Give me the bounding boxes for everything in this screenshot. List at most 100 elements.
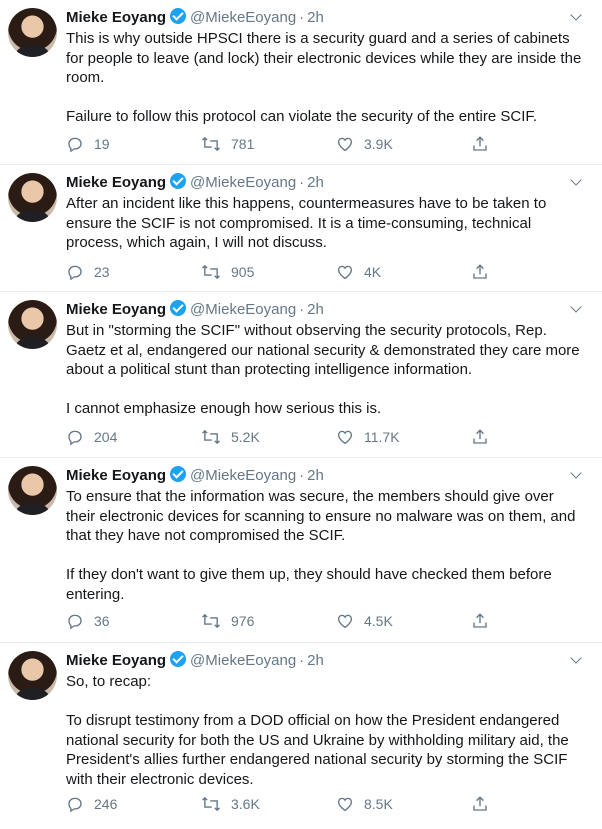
author-handle[interactable]: @MiekeEoyang bbox=[190, 174, 296, 191]
reply-icon bbox=[68, 430, 82, 446]
like-button[interactable]: 4K bbox=[336, 261, 381, 283]
separator-dot: · bbox=[299, 467, 305, 484]
reply-count: 23 bbox=[94, 264, 110, 280]
tweet-paragraph: So, to recap: bbox=[66, 673, 152, 690]
like-count: 3.9K bbox=[364, 136, 393, 152]
reply-button[interactable]: 19 bbox=[66, 133, 110, 155]
verified-badge-icon bbox=[170, 173, 187, 189]
tweet-paragraph: I cannot emphasize enough how serious th… bbox=[66, 400, 382, 417]
tweet-actions: 23 905 4K bbox=[66, 261, 506, 283]
retweet-button[interactable]: 3.6K bbox=[201, 793, 260, 815]
author-name[interactable]: Mieke Eoyang bbox=[66, 467, 166, 484]
tweet-actions: 36 976 4.5K bbox=[66, 610, 506, 632]
retweet-icon bbox=[202, 264, 220, 280]
reply-icon bbox=[68, 137, 82, 153]
tweet-paragraph: But in "storming the SCIF" without obser… bbox=[66, 322, 580, 378]
like-button[interactable]: 4.5K bbox=[336, 610, 393, 632]
author-name[interactable]: Mieke Eoyang bbox=[66, 174, 166, 191]
tweet[interactable]: Mieke Eoyang @MiekeEoyang · 2h To ensure th… bbox=[0, 458, 602, 643]
retweet-count: 976 bbox=[231, 613, 255, 629]
tweet-paragraph: Failure to follow this protocol can viol… bbox=[66, 108, 538, 125]
author-name[interactable]: Mieke Eoyang bbox=[66, 301, 166, 318]
verified-badge-icon bbox=[170, 466, 187, 482]
reply-count: 19 bbox=[94, 136, 110, 152]
reply-count: 36 bbox=[94, 613, 110, 629]
tweet-paragraph: To disrupt testimony from a DOD official… bbox=[66, 712, 569, 788]
share-icon bbox=[473, 613, 487, 628]
retweet-button[interactable]: 905 bbox=[201, 261, 254, 283]
share-icon bbox=[473, 136, 487, 151]
share-button[interactable] bbox=[471, 610, 499, 632]
retweet-button[interactable]: 5.2K bbox=[201, 426, 260, 448]
retweet-icon bbox=[202, 613, 220, 629]
retweet-button[interactable]: 976 bbox=[201, 610, 254, 632]
tweet[interactable]: Mieke Eoyang @MiekeEoyang · 2h After an inc… bbox=[0, 165, 602, 292]
like-button[interactable]: 3.9K bbox=[336, 133, 393, 155]
tweet-header: Mieke Eoyang @MiekeEoyang · 2h bbox=[66, 465, 594, 487]
author-handle[interactable]: @MiekeEoyang bbox=[190, 652, 296, 669]
heart-icon bbox=[337, 137, 353, 152]
heart-icon bbox=[337, 797, 353, 812]
tweet-actions: 246 3.6K 8.5K bbox=[66, 793, 506, 815]
author-name[interactable]: Mieke Eoyang bbox=[66, 652, 166, 669]
like-count: 4K bbox=[364, 264, 382, 280]
tweet-header: Mieke Eoyang @MiekeEoyang · 2h bbox=[66, 7, 594, 29]
separator-dot: · bbox=[299, 174, 305, 191]
avatar[interactable] bbox=[8, 173, 57, 222]
share-button[interactable] bbox=[471, 261, 499, 283]
reply-icon bbox=[68, 265, 82, 281]
verified-badge-icon bbox=[170, 8, 187, 24]
reply-icon bbox=[68, 797, 82, 813]
avatar[interactable] bbox=[8, 8, 57, 57]
share-button[interactable] bbox=[471, 426, 499, 448]
retweet-icon bbox=[202, 136, 220, 152]
heart-icon bbox=[337, 614, 353, 629]
tweet-time[interactable]: 2h bbox=[307, 467, 324, 484]
tweet[interactable]: Mieke Eoyang @MiekeEoyang · 2h But in "stor… bbox=[0, 292, 602, 458]
share-button[interactable] bbox=[471, 793, 499, 815]
like-count: 4.5K bbox=[364, 613, 393, 629]
tweet[interactable]: Mieke Eoyang @MiekeEoyang · 2h So, to recap… bbox=[0, 643, 602, 829]
tweet-paragraph: To ensure that the information was secur… bbox=[66, 488, 576, 544]
retweet-icon bbox=[202, 796, 220, 812]
avatar[interactable] bbox=[8, 651, 57, 700]
retweet-count: 5.2K bbox=[231, 429, 260, 445]
separator-dot: · bbox=[299, 9, 305, 26]
tweet-paragraph: After an incident like this happens, cou… bbox=[66, 195, 547, 251]
share-icon bbox=[473, 429, 487, 444]
like-button[interactable]: 11.7K bbox=[336, 426, 400, 448]
retweet-count: 3.6K bbox=[231, 796, 260, 812]
verified-badge-icon bbox=[170, 300, 187, 316]
avatar[interactable] bbox=[8, 300, 57, 349]
author-handle[interactable]: @MiekeEoyang bbox=[190, 467, 296, 484]
avatar[interactable] bbox=[8, 466, 57, 515]
tweet-time[interactable]: 2h bbox=[307, 301, 324, 318]
author-handle[interactable]: @MiekeEoyang bbox=[190, 9, 296, 26]
tweet-paragraph: This is why outside HPSCI there is a sec… bbox=[66, 30, 582, 86]
share-icon bbox=[473, 796, 487, 811]
retweet-button[interactable]: 781 bbox=[201, 133, 254, 155]
retweet-icon bbox=[202, 429, 220, 445]
tweet-time[interactable]: 2h bbox=[307, 652, 324, 669]
like-button[interactable]: 8.5K bbox=[336, 793, 393, 815]
retweet-count: 905 bbox=[231, 264, 255, 280]
tweet-actions: 204 5.2K 11.7K bbox=[66, 426, 506, 448]
verified-badge-icon bbox=[170, 651, 187, 667]
tweet-time[interactable]: 2h bbox=[307, 9, 324, 26]
reply-button[interactable]: 204 bbox=[66, 426, 117, 448]
tweet[interactable]: Mieke Eoyang @MiekeEoyang · 2h This is why … bbox=[0, 0, 602, 165]
tweet-actions: 19 781 3.9K bbox=[66, 133, 506, 155]
heart-icon bbox=[337, 430, 353, 445]
share-button[interactable] bbox=[471, 133, 499, 155]
retweet-count: 781 bbox=[231, 136, 255, 152]
tweet-text: To ensure that the information was secur… bbox=[66, 487, 586, 604]
reply-button[interactable]: 36 bbox=[66, 610, 110, 632]
author-name[interactable]: Mieke Eoyang bbox=[66, 9, 166, 26]
reply-count: 246 bbox=[94, 796, 118, 812]
tweet-time[interactable]: 2h bbox=[307, 174, 324, 191]
tweet-text: So, to recap: To disrupt testimony from … bbox=[66, 672, 586, 789]
reply-button[interactable]: 23 bbox=[66, 261, 110, 283]
tweet-header: Mieke Eoyang @MiekeEoyang · 2h bbox=[66, 172, 594, 194]
author-handle[interactable]: @MiekeEoyang bbox=[190, 301, 296, 318]
reply-button[interactable]: 246 bbox=[66, 793, 117, 815]
